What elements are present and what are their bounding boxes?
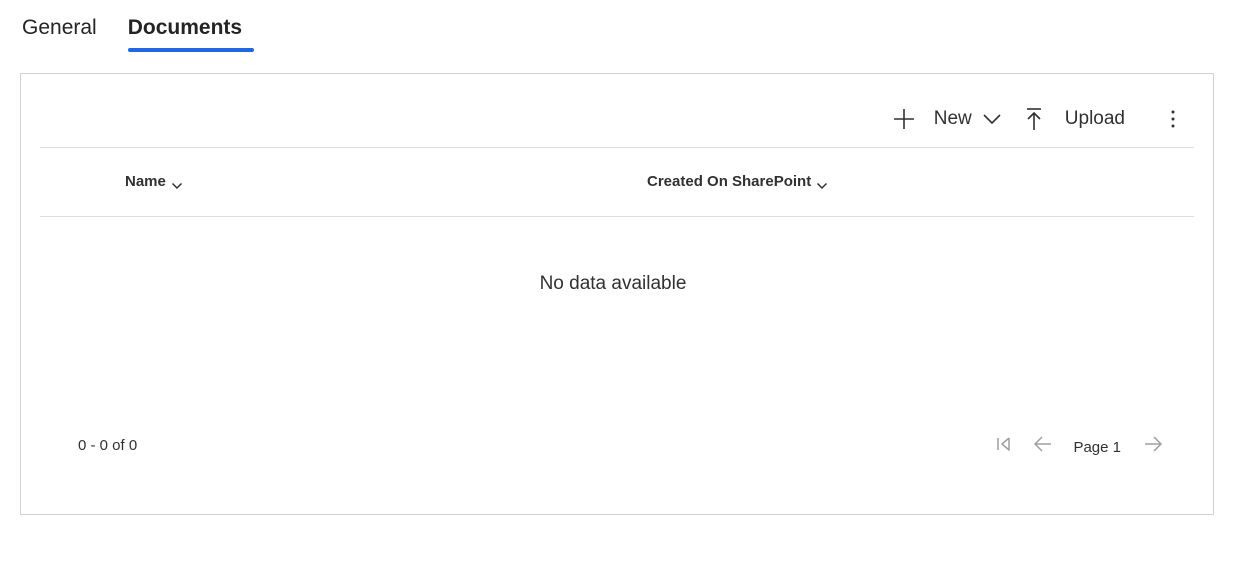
new-button[interactable]: New (893, 108, 1002, 130)
tab-general-label: General (22, 16, 97, 39)
tab-documents-label: Documents (127, 16, 243, 39)
next-page-icon[interactable] (1143, 435, 1163, 453)
empty-state: No data available (21, 273, 1213, 295)
command-bar: New Upload (893, 102, 1183, 136)
chevron-down-icon[interactable] (982, 112, 1002, 126)
header-divider (40, 216, 1194, 217)
documents-grid-card: New Upload Name Created On SharePoint No… (20, 73, 1214, 515)
active-tab-indicator (127, 48, 255, 52)
upload-icon (1026, 107, 1042, 131)
column-header-created-label: Created On SharePoint (647, 173, 812, 190)
tab-list: General Documents (20, 12, 255, 54)
previous-page-icon[interactable] (1033, 435, 1053, 453)
upload-button[interactable]: Upload (1026, 107, 1125, 131)
new-button-label: New (933, 108, 972, 129)
plus-icon (893, 108, 915, 130)
record-count: 0 - 0 of 0 (78, 437, 138, 454)
first-page-icon[interactable] (995, 435, 1013, 453)
more-commands-button[interactable] (1163, 107, 1183, 131)
tab-general[interactable]: General (20, 12, 99, 44)
chevron-down-icon (816, 177, 828, 189)
documents-page: General Documents New Upload Name Create… (0, 0, 1254, 565)
more-vertical-icon (1170, 109, 1176, 129)
pagination: Page 1 (995, 430, 1163, 458)
column-header-created-on-sharepoint[interactable]: Created On SharePoint (647, 173, 828, 190)
chevron-down-icon (171, 177, 183, 189)
column-header-name[interactable]: Name (125, 173, 183, 190)
empty-state-message: No data available (539, 273, 687, 294)
column-header-name-label: Name (125, 173, 166, 190)
upload-button-label: Upload (1064, 108, 1125, 129)
command-bar-divider (40, 147, 1194, 148)
page-label: Page 1 (1073, 438, 1121, 456)
tab-documents[interactable]: Documents (126, 12, 255, 52)
